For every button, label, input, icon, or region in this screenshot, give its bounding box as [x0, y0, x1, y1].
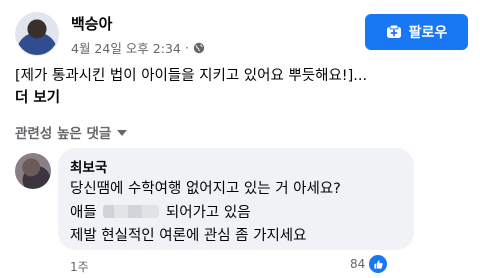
- like-icon: [369, 255, 388, 273]
- comment-line: 당신땜에 수학여행 없어지고 있는 거 아세요?: [70, 181, 341, 197]
- comment-reactions[interactable]: 84: [350, 255, 388, 273]
- commenter-avatar[interactable]: [15, 153, 51, 189]
- comment-line-part: 되어가고 있음: [165, 205, 251, 221]
- comments-sort-label: 관련성 높은 댓글: [15, 126, 112, 142]
- post-date[interactable]: 4월 24일 오후 2:34: [71, 38, 181, 57]
- post-meta: 4월 24일 오후 2:34 ·: [71, 38, 205, 57]
- comment-line-part: 애들: [70, 205, 97, 221]
- see-more-link[interactable]: 더 보기: [15, 86, 60, 107]
- caret-down-icon: [117, 130, 128, 136]
- redacted-text: [103, 205, 160, 218]
- post-author-name[interactable]: 백승아: [71, 13, 112, 34]
- comment-bubble: 최보국 당신땜에 수학여행 없어지고 있는 거 아세요? 애들 되어가고 있음 …: [58, 148, 414, 250]
- author-avatar[interactable]: [15, 12, 59, 56]
- follow-button[interactable]: 팔로우: [365, 14, 468, 50]
- comment-timestamp[interactable]: 1주: [70, 258, 89, 275]
- comments-sort-dropdown[interactable]: 관련성 높은 댓글: [15, 122, 128, 142]
- post-text: [제가 통과시킨 법이 아이들을 지키고 있어요 뿌듯해요!]...: [15, 68, 368, 84]
- comment-line: 애들 되어가고 있음: [70, 201, 251, 222]
- follow-icon: [386, 24, 401, 38]
- commenter-name[interactable]: 최보국: [70, 156, 107, 176]
- follow-button-label: 팔로우: [408, 25, 448, 41]
- globe-icon: [193, 42, 205, 53]
- meta-separator: ·: [184, 40, 189, 55]
- comment-line: 제발 현실적인 여론에 관심 좀 가지세요: [70, 228, 307, 244]
- like-count: 84: [350, 257, 366, 271]
